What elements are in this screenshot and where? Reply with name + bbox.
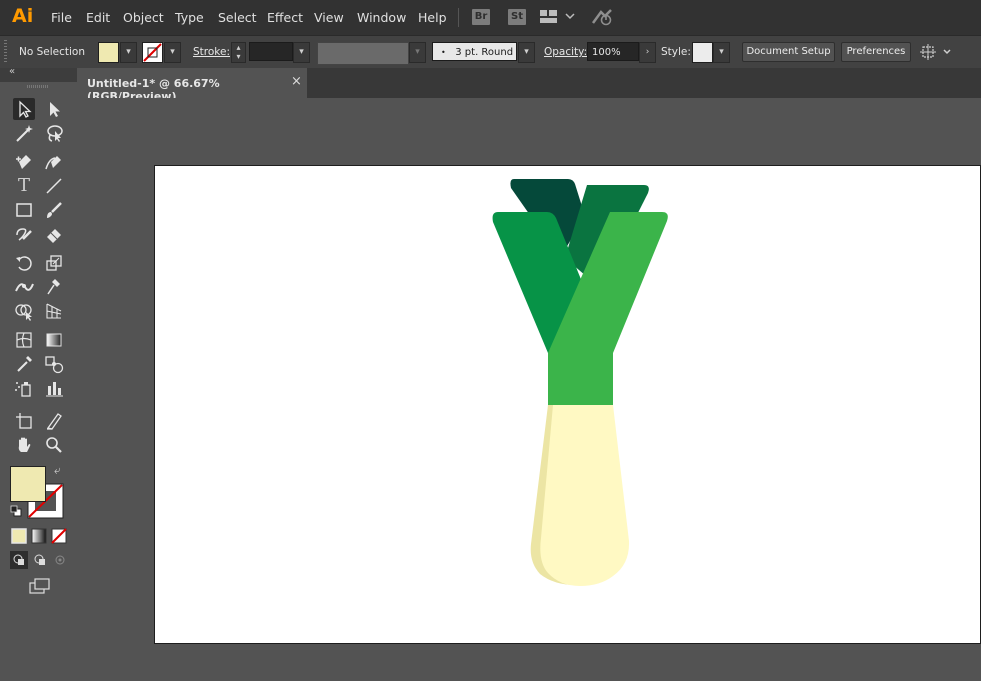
menu-view[interactable]: View: [314, 10, 344, 25]
control-bar: No Selection ▾ ▾ Stroke: ▴ ▾ ▾ ▾ • 3 pt. …: [0, 35, 981, 70]
profile-dropdown[interactable]: ▾: [409, 42, 426, 63]
canvas-area[interactable]: [77, 98, 981, 681]
none-mode-icon[interactable]: [51, 528, 67, 544]
menu-window[interactable]: Window: [357, 10, 406, 25]
selection-tool-icon[interactable]: [13, 98, 35, 120]
rectangle-tool-icon[interactable]: [13, 199, 35, 221]
fill-dropdown[interactable]: ▾: [120, 42, 137, 63]
rotate-tool-icon[interactable]: [13, 252, 35, 274]
gradient-tool-icon[interactable]: [43, 329, 65, 351]
line-segment-tool-icon[interactable]: [43, 175, 65, 197]
menu-help[interactable]: Help: [418, 10, 447, 25]
perspective-grid-tool-icon[interactable]: [43, 300, 65, 322]
symbol-sprayer-tool-icon[interactable]: [13, 377, 35, 399]
stroke-dropdown[interactable]: ▾: [164, 42, 181, 63]
tools-grip[interactable]: [27, 85, 49, 88]
brush-dot-icon: •: [441, 48, 446, 57]
artboard[interactable]: [154, 165, 981, 644]
graphic-style-swatch[interactable]: [692, 42, 713, 63]
menu-object[interactable]: Object: [123, 10, 164, 25]
stroke-label[interactable]: Stroke:: [193, 46, 230, 58]
scale-tool-icon[interactable]: [43, 252, 65, 274]
tab-document[interactable]: Untitled-1* @ 66.67% (RGB/Preview) ×: [77, 68, 307, 103]
app-logo: Ai: [12, 5, 34, 27]
fill-color-indicator[interactable]: [10, 466, 46, 502]
menu-edit[interactable]: Edit: [86, 10, 110, 25]
slice-tool-icon[interactable]: [43, 410, 65, 432]
menu-bar: Ai File Edit Object Type Select Effect V…: [0, 0, 981, 35]
tools-panel: « T ⤶: [0, 66, 78, 681]
magic-wand-tool-icon[interactable]: [13, 122, 35, 144]
gradient-mode-icon[interactable]: [31, 528, 47, 544]
paintbrush-tool-icon[interactable]: [43, 199, 65, 221]
leek-illustration[interactable]: [155, 166, 981, 645]
mesh-tool-icon[interactable]: [13, 329, 35, 351]
tools-panel-header[interactable]: «: [0, 66, 77, 82]
shaper-tool-icon[interactable]: [13, 223, 35, 245]
bulb: [540, 405, 630, 586]
gpu-performance-icon[interactable]: [590, 8, 614, 26]
direct-selection-tool-icon[interactable]: [43, 98, 65, 120]
draw-normal-icon[interactable]: [10, 551, 28, 569]
curvature-tool-icon[interactable]: [43, 151, 65, 173]
brush-dropdown[interactable]: ▾: [518, 42, 535, 63]
style-label: Style:: [661, 46, 691, 58]
shape-builder-tool-icon[interactable]: [13, 300, 35, 322]
brush-definition[interactable]: • 3 pt. Round: [432, 42, 517, 61]
menu-divider: [458, 8, 459, 27]
menu-select[interactable]: Select: [218, 10, 257, 25]
screen-mode-icon[interactable]: [28, 577, 52, 595]
style-dropdown[interactable]: ▾: [713, 42, 730, 63]
column-graph-tool-icon[interactable]: [43, 377, 65, 399]
eraser-tool-icon[interactable]: [43, 223, 65, 245]
selection-status: No Selection: [19, 46, 86, 58]
collapse-panel-icon[interactable]: «: [9, 66, 15, 77]
swap-fill-stroke-icon[interactable]: ⤶: [54, 463, 61, 478]
preferences-button[interactable]: Preferences: [841, 42, 911, 62]
eyedropper-tool-icon[interactable]: [13, 353, 35, 375]
opacity-arrow[interactable]: ›: [639, 42, 656, 63]
grip-handle[interactable]: [4, 40, 7, 64]
menu-type[interactable]: Type: [175, 10, 204, 25]
menu-file[interactable]: File: [51, 10, 72, 25]
opacity-input[interactable]: 100%: [587, 42, 639, 61]
opacity-label[interactable]: Opacity:: [544, 46, 587, 58]
blend-tool-icon[interactable]: [43, 353, 65, 375]
draw-inside-icon[interactable]: [51, 551, 69, 569]
puppet-warp-tool-icon[interactable]: [43, 276, 65, 298]
brush-definition-label: 3 pt. Round: [455, 47, 514, 58]
stroke-weight-dropdown[interactable]: ▾: [293, 42, 310, 63]
close-tab-icon[interactable]: ×: [291, 74, 302, 89]
document-tab-bar: Untitled-1* @ 66.67% (RGB/Preview) ×: [77, 68, 981, 103]
stroke-none-swatch[interactable]: [142, 42, 163, 63]
stroke-weight-input[interactable]: [249, 42, 293, 61]
lasso-tool-icon[interactable]: [43, 122, 65, 144]
hand-tool-icon[interactable]: [13, 434, 35, 456]
document-setup-button[interactable]: Document Setup: [742, 42, 835, 62]
draw-behind-icon[interactable]: [31, 551, 49, 569]
color-mode-icon[interactable]: [11, 528, 27, 544]
variable-width-profile[interactable]: [317, 42, 409, 65]
default-fill-stroke-icon[interactable]: [10, 505, 22, 517]
menu-effect[interactable]: Effect: [267, 10, 303, 25]
width-tool-icon[interactable]: [13, 276, 35, 298]
bridge-icon[interactable]: Br: [472, 9, 490, 25]
artboard-tool-icon[interactable]: [13, 410, 35, 432]
zoom-tool-icon[interactable]: [43, 434, 65, 456]
arrange-documents-icon[interactable]: [540, 10, 576, 24]
pen-tool-icon[interactable]: [13, 151, 35, 173]
type-tool-icon[interactable]: T: [13, 175, 35, 197]
stroke-weight-stepper[interactable]: ▴ ▾: [231, 42, 246, 63]
stock-icon[interactable]: St: [508, 9, 526, 25]
fill-swatch[interactable]: [98, 42, 119, 63]
align-options-icon[interactable]: [920, 44, 954, 60]
